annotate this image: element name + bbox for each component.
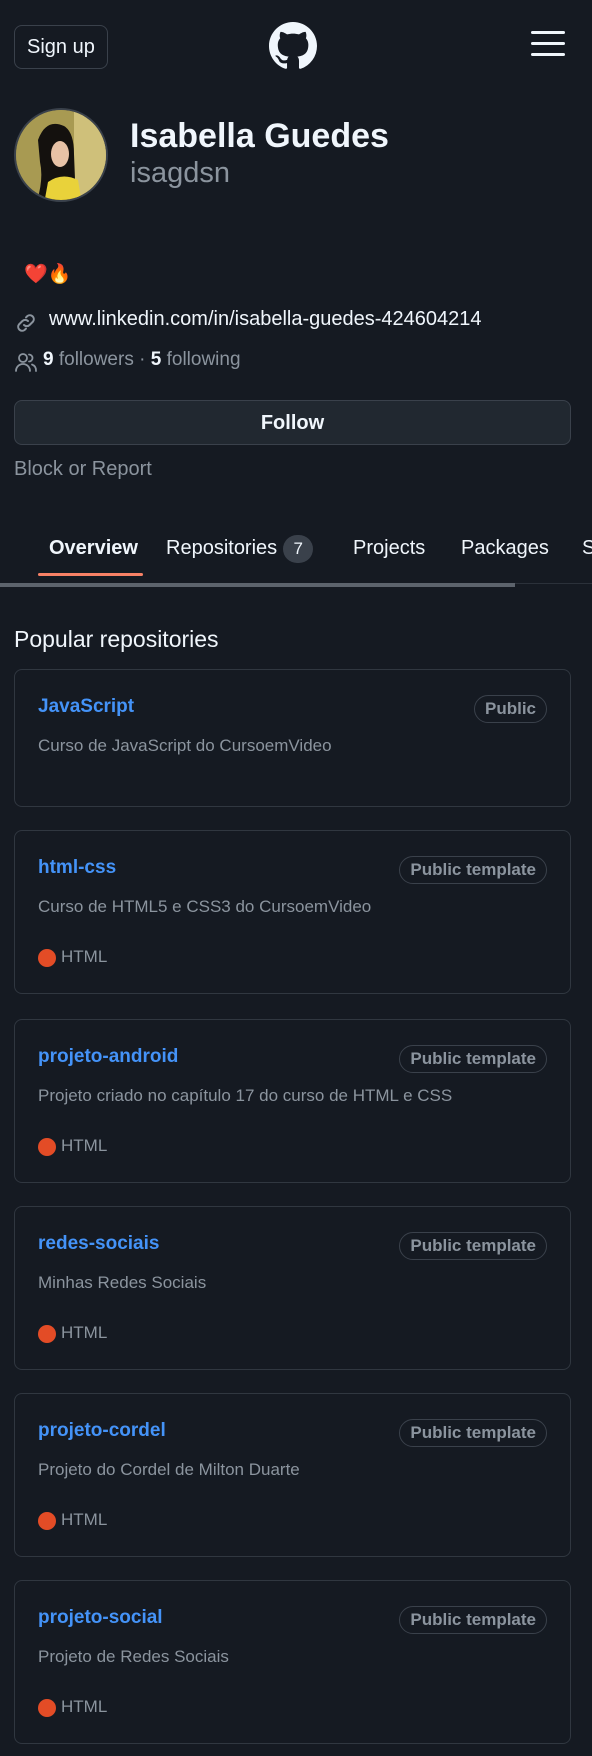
following-count: 5: [150, 349, 162, 370]
avatar[interactable]: [14, 108, 108, 202]
visibility-badge: Public: [473, 695, 547, 723]
followers-link[interactable]: 9 followers: [43, 349, 134, 370]
site-header: Sign up: [0, 0, 592, 90]
follow-separator: ·: [139, 349, 146, 370]
repo-card: html-css Public template Curso de HTML5 …: [14, 830, 571, 994]
repo-card: redes-sociais Public template Minhas Red…: [14, 1206, 571, 1370]
tab-projects[interactable]: Projects: [353, 530, 425, 566]
repo-description: Projeto do Cordel de Milton Duarte: [38, 1460, 300, 1479]
language-color-dot: [38, 1512, 56, 1530]
repo-name-link[interactable]: projeto-android: [38, 1046, 178, 1068]
visibility-badge: Public template: [399, 1232, 547, 1260]
language-name: HTML: [61, 1697, 108, 1716]
tabs-scrollbar[interactable]: [0, 583, 515, 587]
hamburger-menu-icon[interactable]: [531, 31, 565, 57]
tab-repositories-label: Repositories: [166, 537, 278, 559]
follow-button[interactable]: Follow: [14, 400, 571, 445]
language-name: HTML: [61, 1323, 108, 1342]
profile-username: isagdsn: [130, 157, 230, 189]
repo-name-link[interactable]: projeto-cordel: [38, 1420, 166, 1442]
avatar-photo: [16, 110, 106, 200]
repo-name-link[interactable]: redes-sociais: [38, 1233, 159, 1255]
visibility-badge: Public template: [399, 1606, 547, 1634]
repo-name-link[interactable]: html-css: [38, 857, 116, 879]
language-name: HTML: [61, 947, 108, 966]
language-name: HTML: [61, 1136, 108, 1155]
profile-tabs: Overview Repositories 7 Projects Packages…: [0, 522, 592, 584]
repo-card: projeto-cordel Public template Projeto d…: [14, 1393, 571, 1557]
repo-description: Minhas Redes Sociais: [38, 1273, 207, 1292]
tab-overview-label: Overview: [49, 537, 138, 559]
repo-description: Curso de JavaScript do CursoemVideo: [38, 736, 332, 755]
tab-partial-label: S: [582, 537, 592, 559]
following-link[interactable]: 5 following: [151, 349, 241, 370]
visibility-badge: Public template: [399, 1045, 547, 1073]
follow-stats-text: 9 followers · 5 following: [43, 349, 241, 371]
repo-card: projeto-android Public template Projeto …: [14, 1019, 571, 1183]
active-tab-underline: [38, 573, 143, 576]
following-label: following: [166, 349, 241, 370]
block-or-report-link[interactable]: Block or Report: [14, 458, 152, 481]
repo-card: JavaScript Public Curso de JavaScript do…: [14, 669, 571, 807]
followers-label: followers: [58, 349, 134, 370]
repo-card: projeto-social Public template Projeto d…: [14, 1580, 571, 1744]
github-logo-icon[interactable]: [269, 22, 317, 70]
sign-up-button[interactable]: Sign up: [14, 25, 108, 69]
language-name: HTML: [61, 1510, 108, 1529]
link-icon: [17, 314, 35, 332]
language-color-dot: [38, 1138, 56, 1156]
visibility-badge: Public template: [399, 1419, 547, 1447]
tab-packages[interactable]: Packages: [461, 530, 549, 566]
repo-description: Projeto de Redes Sociais: [38, 1647, 229, 1666]
language-color-dot: [38, 949, 56, 967]
language-color-dot: [38, 1325, 56, 1343]
profile-bio: ❤️🔥: [24, 262, 71, 286]
repo-name-link[interactable]: projeto-social: [38, 1607, 163, 1629]
repo-description: Curso de HTML5 e CSS3 do CursoemVideo: [38, 897, 372, 916]
linkedin-link[interactable]: www.linkedin.com/in/isabella-guedes-4246…: [49, 308, 482, 331]
tab-stars-partial[interactable]: S: [582, 530, 592, 566]
followers-count: 9: [43, 349, 54, 370]
tab-repositories[interactable]: Repositories 7: [166, 530, 314, 566]
fire-emoji: 🔥: [47, 264, 72, 285]
repo-name-link[interactable]: JavaScript: [38, 696, 134, 718]
repo-description: Projeto criado no capítulo 17 do curso d…: [38, 1086, 453, 1105]
heart-emoji: ❤️: [24, 264, 48, 285]
people-icon: [15, 353, 37, 372]
tab-overview[interactable]: Overview: [49, 530, 138, 566]
section-title: Popular repositories: [14, 626, 219, 652]
language-color-dot: [38, 1699, 56, 1717]
tab-projects-label: Projects: [353, 537, 426, 559]
repositories-count-badge: 7: [283, 534, 314, 563]
profile-display-name: Isabella Guedes: [130, 117, 389, 155]
visibility-badge: Public template: [399, 856, 547, 884]
tab-packages-label: Packages: [461, 537, 549, 559]
